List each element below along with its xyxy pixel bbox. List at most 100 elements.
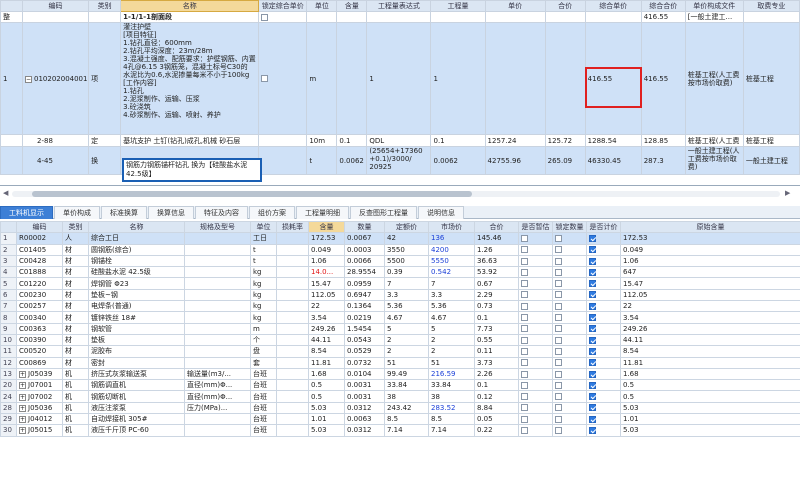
material-row[interactable]: 11 C00520 材泥胶布盘 8.54 0.0529 2 2 0.11 8.54	[0, 345, 800, 358]
lock-qty-checkbox[interactable]	[552, 413, 587, 426]
expand-icon[interactable]: +	[19, 427, 26, 435]
section-lock-checkbox[interactable]	[258, 11, 308, 23]
col-header-base-price[interactable]: 定额价	[384, 220, 429, 234]
scroll-right-icon[interactable]: ▶	[785, 189, 790, 197]
col-header-expr[interactable]: 工程量表达式	[366, 0, 432, 12]
col-header-priced[interactable]: 是否计价	[586, 220, 621, 234]
provisional-checkbox[interactable]	[518, 311, 553, 324]
provisional-checkbox[interactable]	[518, 345, 553, 358]
scrollbar-thumb[interactable]	[32, 191, 472, 197]
material-content[interactable]: 44.11	[308, 333, 345, 347]
provisional-checkbox[interactable]	[518, 254, 553, 268]
lock-qty-checkbox[interactable]	[552, 390, 587, 403]
material-market-price[interactable]: 5550	[428, 254, 475, 268]
material-market-price[interactable]: 5	[428, 322, 475, 335]
tab-conversion-info[interactable]: 换算信息	[148, 206, 194, 219]
expand-icon[interactable]: +	[19, 371, 26, 378]
material-row[interactable]: 8 C00340 材镀锌铁丝 18# kg 3.54 0.0219 4.67 4.67 0.1 3…	[0, 311, 800, 324]
lock-qty-checkbox[interactable]	[552, 288, 587, 302]
provisional-checkbox[interactable]	[518, 288, 553, 302]
material-row[interactable]: 6 C00230 材垫板~钢 kg 112.05 0.6947 3.3 3.3 2.29 112.…	[0, 288, 800, 302]
priced-checkbox-box[interactable]	[589, 381, 596, 389]
provisional-checkbox-box[interactable]	[521, 234, 528, 242]
col-header-orig-content[interactable]: 原始含量	[620, 220, 800, 234]
priced-checkbox-box[interactable]	[589, 291, 596, 299]
priced-checkbox-box[interactable]	[589, 314, 596, 322]
priced-checkbox[interactable]	[586, 345, 621, 358]
col-header-unit[interactable]: 单位	[306, 0, 338, 12]
col-header-name[interactable]: 名称	[120, 0, 260, 12]
tab-pricing-plan[interactable]: 组价方案	[249, 206, 295, 219]
material-content[interactable]: 249.26	[308, 322, 345, 335]
col-header-comp-total[interactable]: 综合合价	[640, 0, 686, 12]
provisional-checkbox-box[interactable]	[521, 415, 528, 423]
material-row[interactable]: 2 C01405 材圆钢筋(综合) t 0.049 0.0003 3550 4200 1.26 0…	[0, 243, 800, 256]
priced-checkbox-box[interactable]	[589, 336, 596, 344]
provisional-checkbox[interactable]	[518, 390, 553, 403]
col-header-lock-price[interactable]: 锁定综合单价	[258, 0, 308, 12]
material-row[interactable]: 13 + J05039 机挤压式灰浆输送泵 输送量(m3/... 台班 1.68 0.0104…	[0, 367, 800, 381]
tab-standard-conversion[interactable]: 标准换算	[101, 206, 147, 219]
lock-qty-checkbox[interactable]	[552, 424, 587, 437]
material-market-price[interactable]: 2	[428, 345, 475, 358]
priced-checkbox-box[interactable]	[589, 393, 596, 401]
col-header-provisional[interactable]: 是否暂估	[518, 220, 553, 234]
material-market-price[interactable]: 3.3	[428, 288, 475, 302]
col-header-price[interactable]: 单价	[484, 0, 546, 12]
material-market-price[interactable]: 38	[428, 390, 475, 403]
material-market-price[interactable]: 5.36	[428, 300, 475, 313]
lock-qty-checkbox-box[interactable]	[555, 257, 562, 265]
material-market-price[interactable]: 136	[428, 232, 475, 245]
provisional-checkbox[interactable]	[518, 322, 553, 335]
col-header-content[interactable]: 含量	[336, 0, 368, 12]
material-market-price[interactable]: 7.14	[428, 424, 475, 437]
priced-checkbox[interactable]	[586, 356, 621, 369]
lock-qty-checkbox-box[interactable]	[555, 336, 562, 344]
lock-qty-checkbox-box[interactable]	[555, 415, 562, 423]
lock-qty-checkbox[interactable]	[552, 401, 587, 415]
tab-features[interactable]: 特征及内容	[195, 206, 248, 219]
material-content[interactable]: 0.049	[308, 243, 345, 256]
priced-checkbox[interactable]	[586, 254, 621, 268]
provisional-checkbox[interactable]	[518, 333, 553, 347]
priced-checkbox[interactable]	[586, 243, 621, 256]
lock-qty-checkbox-box[interactable]	[555, 325, 562, 333]
col-header-amount[interactable]: 合价	[474, 220, 519, 234]
quota-expr[interactable]: (25654+17360 +0.1)/3000/ 20925	[366, 146, 432, 175]
lock-qty-checkbox[interactable]	[552, 277, 587, 290]
provisional-checkbox-box[interactable]	[521, 393, 528, 401]
lock-qty-checkbox-box[interactable]	[555, 347, 562, 355]
material-row[interactable]: 1 R00002 人综合工日 工日 172.53 0.0067 42 136 145.46 172…	[0, 232, 800, 245]
lock-qty-checkbox-box[interactable]	[555, 280, 562, 288]
lock-qty-checkbox-box[interactable]	[555, 314, 562, 322]
tab-price-composition[interactable]: 单价构成	[54, 206, 100, 219]
provisional-checkbox[interactable]	[518, 243, 553, 256]
material-market-price[interactable]: 4200	[428, 243, 475, 256]
provisional-checkbox[interactable]	[518, 266, 553, 279]
lock-qty-checkbox-box[interactable]	[555, 393, 562, 401]
material-market-price[interactable]: 216.59	[428, 367, 475, 381]
priced-checkbox-box[interactable]	[589, 234, 596, 242]
lock-qty-checkbox-box[interactable]	[555, 291, 562, 299]
provisional-checkbox-box[interactable]	[521, 280, 528, 288]
section-row[interactable]: 整 1-1/1-1剖面段 416.55 [一般土建工...	[0, 11, 800, 23]
provisional-checkbox[interactable]	[518, 300, 553, 313]
material-content[interactable]: 172.53	[308, 232, 345, 245]
provisional-checkbox[interactable]	[518, 232, 553, 245]
material-market-price[interactable]: 2	[428, 333, 475, 347]
material-row[interactable]: 28 + J05036 机液压注浆泵 压力(MPa)... 台班 5.03 0.0312 243…	[0, 401, 800, 415]
expand-icon[interactable]: +	[19, 393, 26, 401]
provisional-checkbox-box[interactable]	[521, 291, 528, 299]
col-header-type[interactable]: 类别	[88, 0, 122, 12]
material-market-price[interactable]: 33.84	[428, 379, 475, 392]
material-content[interactable]: 1.68	[308, 367, 345, 381]
provisional-checkbox-box[interactable]	[521, 246, 528, 254]
material-content[interactable]: 1.06	[308, 254, 345, 268]
lock-qty-checkbox-box[interactable]	[555, 426, 562, 434]
material-market-price[interactable]: 7	[428, 277, 475, 290]
lock-qty-checkbox[interactable]	[552, 232, 587, 245]
lock-qty-checkbox[interactable]	[552, 254, 587, 268]
col-header-code[interactable]: 编码	[16, 220, 63, 234]
lock-qty-checkbox[interactable]	[552, 356, 587, 369]
provisional-checkbox[interactable]	[518, 367, 553, 381]
